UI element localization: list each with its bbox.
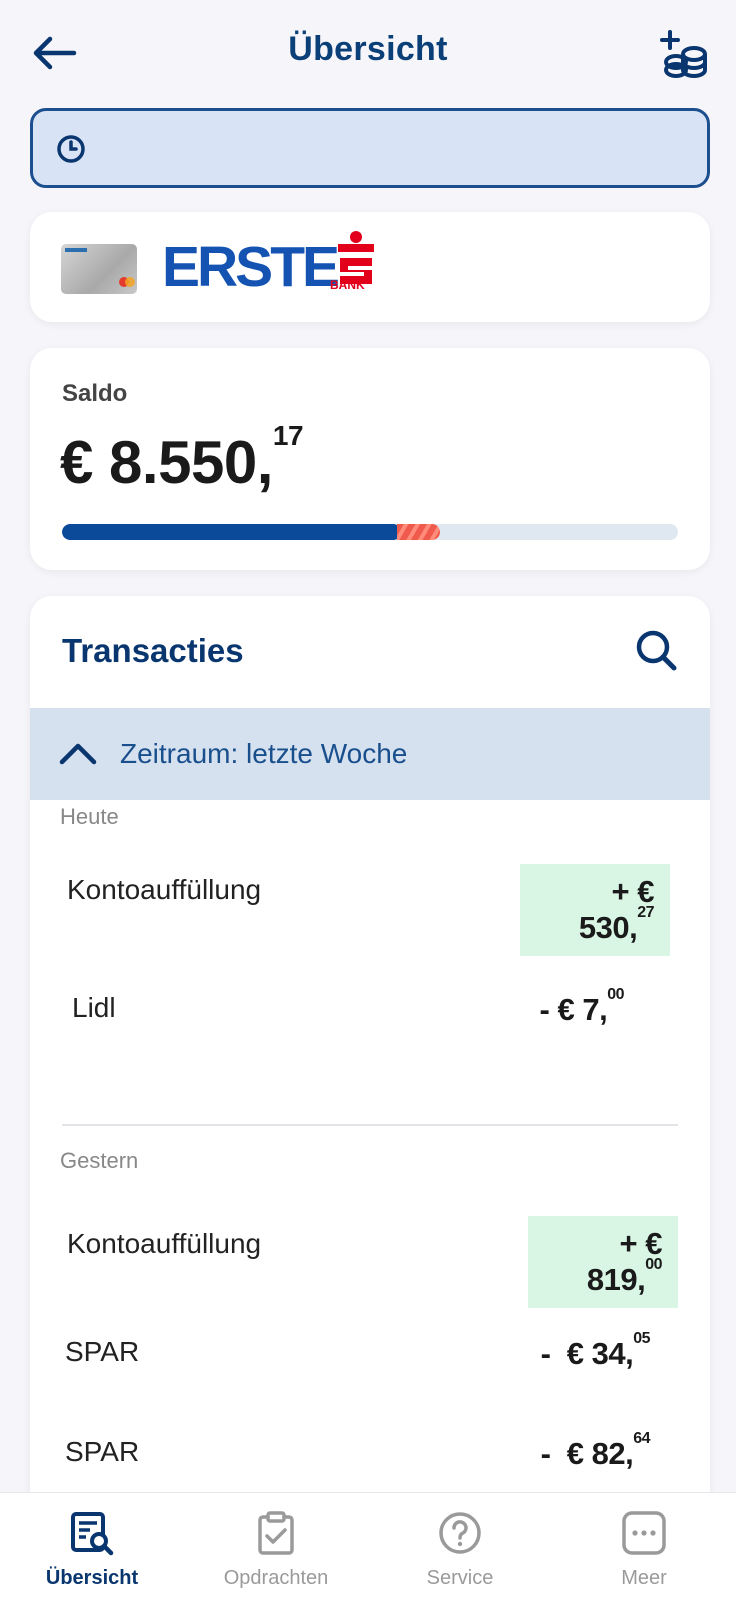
transaction-name[interactable]: Kontoauffüllung: [67, 874, 261, 906]
account-card[interactable]: ERSTE BANK: [30, 212, 710, 322]
transaction-name[interactable]: Lidl: [72, 992, 116, 1024]
nav-item-overview[interactable]: Übersicht: [0, 1493, 184, 1602]
transaction-amount[interactable]: - € 34,05: [525, 1326, 666, 1382]
bank-name: ERSTE: [162, 235, 340, 299]
bottom-navigation: Übersicht Opdrachten Service Meer: [0, 1492, 736, 1602]
balance-amount: € 8.550,17: [60, 420, 304, 497]
transaction-amount[interactable]: + € 819,00: [528, 1216, 678, 1308]
transaction-amount[interactable]: - € 82,64: [525, 1426, 666, 1482]
more-dots-icon: [622, 1511, 666, 1555]
period-toggle[interactable]: Zeitraum: letzte Woche: [30, 708, 710, 800]
nav-label: Meer: [621, 1567, 667, 1589]
page-title: Übersicht: [288, 30, 448, 68]
nav-label: Übersicht: [45, 1567, 139, 1589]
amount-whole: 34,: [591, 1336, 634, 1371]
amount-whole: 530,: [578, 910, 638, 945]
balance-whole: 8.550,: [109, 429, 273, 496]
period-label: Zeitraum: letzte Woche: [120, 738, 408, 769]
transaction-name[interactable]: SPAR: [65, 1336, 139, 1368]
nav-label: Opdrachten: [223, 1567, 329, 1589]
transactions-search-button[interactable]: [632, 626, 680, 674]
transaction-amount[interactable]: - € 7,00: [524, 982, 640, 1038]
balance-label: Saldo: [62, 380, 128, 407]
transaction-amount[interactable]: + € 530,27: [520, 864, 670, 956]
amount-cents: 64: [633, 1430, 650, 1447]
overdraft-indicator: [396, 524, 440, 540]
amount-whole: 82,: [591, 1436, 634, 1471]
group-label-yesterday: Gestern: [60, 1148, 139, 1173]
add-coins-button[interactable]: [656, 26, 712, 82]
nav-item-more[interactable]: Meer: [552, 1493, 736, 1602]
transaction-name[interactable]: Kontoauffüllung: [67, 1228, 261, 1260]
amount-whole: 7,: [582, 992, 608, 1027]
amount-cents: 00: [645, 1256, 662, 1273]
balance-progress-bar: [62, 524, 678, 540]
nav-item-service[interactable]: Service: [368, 1493, 552, 1602]
group-divider: [62, 1124, 678, 1126]
balance-currency: €: [60, 429, 93, 496]
clock-icon: [57, 135, 85, 163]
time-filter-input[interactable]: [103, 123, 693, 173]
amount-sign: - €: [540, 1336, 584, 1371]
help-circle-icon: [439, 1512, 481, 1554]
balance-cents: 17: [272, 420, 304, 451]
app-header: Übersicht: [0, 0, 736, 100]
bank-sub-label: BANK: [330, 278, 365, 292]
amount-sign: - €: [539, 992, 575, 1027]
nav-label: Service: [426, 1567, 494, 1589]
group-label-today: Heute: [60, 804, 119, 829]
overview-icon: [71, 1512, 114, 1556]
transaction-name[interactable]: SPAR: [65, 1436, 139, 1468]
amount-sign: - €: [540, 1436, 584, 1471]
clipboard-check-icon: [258, 1511, 294, 1555]
balance-card: Saldo € 8.550,17: [30, 348, 710, 570]
chevron-up-icon: [59, 743, 97, 765]
time-filter-field[interactable]: [30, 108, 710, 188]
add-coins-icon: [660, 30, 707, 78]
card-thumbnail: [61, 244, 137, 294]
transactions-title: Transacties: [62, 632, 244, 669]
amount-cents: 05: [633, 1330, 650, 1347]
amount-cents: 00: [607, 986, 624, 1003]
amount-whole: 819,: [586, 1262, 646, 1297]
nav-item-orders[interactable]: Opdrachten: [184, 1493, 368, 1602]
search-icon: [636, 630, 677, 671]
amount-cents: 27: [637, 904, 654, 921]
transactions-card: Transacties Zeitraum: letzte Woche Heute…: [30, 596, 710, 1596]
balance-progress-fill: [62, 524, 401, 540]
